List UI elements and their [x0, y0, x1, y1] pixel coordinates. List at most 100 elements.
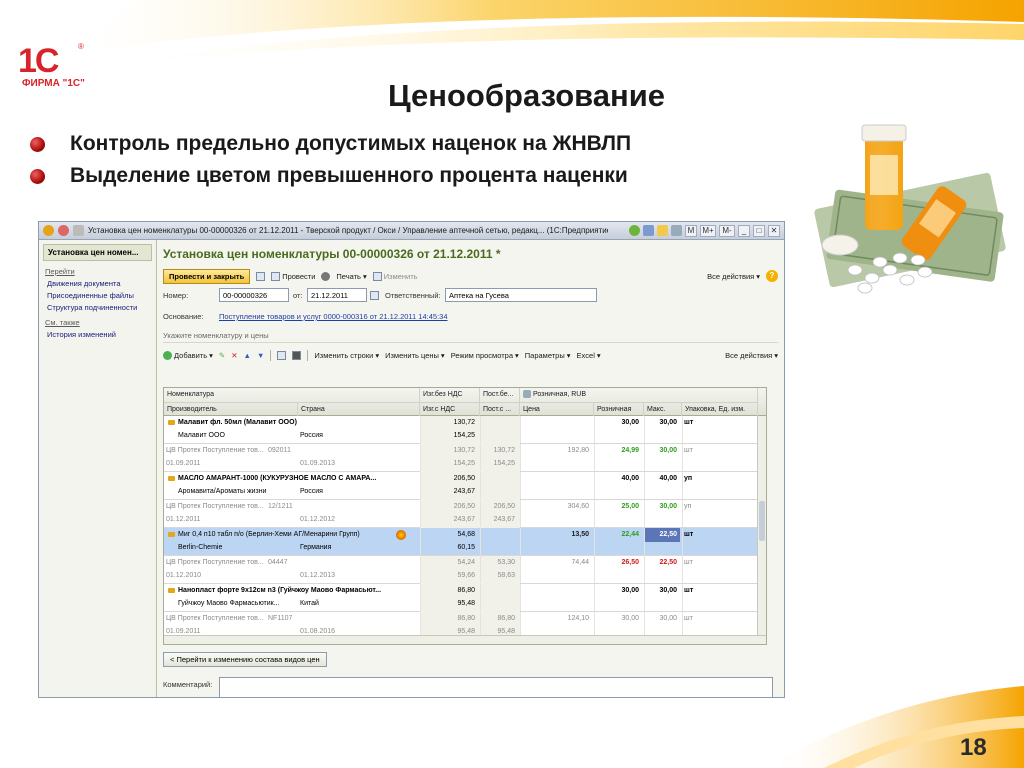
col-max[interactable]: Макс.	[644, 402, 682, 416]
repost-icon[interactable]	[321, 271, 331, 281]
post-s-value: 154,25	[493, 460, 515, 467]
receipt-number: NF1107	[268, 615, 293, 622]
calendar-icon[interactable]	[643, 225, 654, 236]
column-divider	[644, 584, 645, 611]
col-retail-rub[interactable]: Розничная, RUB	[520, 388, 758, 402]
params-button[interactable]: Параметры ▾	[525, 351, 571, 360]
expiry-date: 01.12.2013	[300, 572, 336, 579]
table-row[interactable]: Малавит фл. 50мл (Малавит ООО) Малавит ОО…	[164, 416, 766, 444]
table-subrow[interactable]: ЦВ Протек Поступление тов... 04447 01.12.2…	[164, 556, 766, 584]
table-all-actions-button[interactable]: Все действия ▾	[725, 351, 778, 360]
memory-minus-button[interactable]: M-	[719, 224, 735, 237]
grid-icon[interactable]	[277, 350, 287, 360]
number-label: Номер:	[163, 291, 189, 300]
window-controls: M M+ M- _ □ ✕	[629, 224, 780, 237]
scroll-thumb[interactable]	[759, 501, 765, 541]
doc-icon[interactable]	[657, 225, 668, 236]
col-country[interactable]: Страна	[298, 402, 420, 416]
favorites-star-icon[interactable]	[73, 225, 84, 236]
col-maker[interactable]: Производитель	[164, 402, 298, 416]
add-button[interactable]: Добавить ▾	[163, 350, 213, 360]
column-divider	[420, 416, 421, 443]
help-icon[interactable]: ?	[766, 270, 778, 282]
table-subrow[interactable]: ЦВ Протек Поступление тов... 092011 01.09.…	[164, 444, 766, 472]
save-icon[interactable]	[256, 271, 266, 281]
all-actions-button[interactable]: Все действия ▾	[707, 272, 760, 281]
print-button[interactable]: Печать ▾	[336, 272, 366, 281]
delete-row-icon[interactable]: ✕	[231, 351, 237, 360]
date-field[interactable]: 21.12.2011	[307, 288, 367, 302]
unit-value: уп	[684, 503, 692, 510]
side-link-movements[interactable]: Движения документа	[47, 279, 152, 288]
post-and-close-button[interactable]: Провести и закрыть	[163, 268, 251, 284]
col-price[interactable]: Цена	[520, 402, 594, 416]
edit-row-icon[interactable]: ✎	[219, 351, 225, 360]
memory-plus-button[interactable]: M+	[700, 224, 716, 237]
menu-icon[interactable]	[58, 225, 69, 236]
col-nomenclature[interactable]: Номенклатура	[164, 388, 420, 402]
col-retail[interactable]: Розничная	[594, 402, 644, 416]
comment-field[interactable]	[219, 677, 773, 697]
vertical-scrollbar[interactable]	[757, 416, 766, 635]
izg-s-nds-value: 154,25	[453, 460, 475, 467]
maximize-button[interactable]: □	[753, 224, 765, 237]
col-post-s[interactable]: Пост.с ...	[480, 402, 520, 416]
responsible-field[interactable]: Аптека на Гусева	[445, 288, 597, 302]
col-izg-bez-nds[interactable]: Изг.без НДС	[420, 388, 480, 402]
post-icon	[271, 271, 281, 281]
go-to-price-types-button[interactable]: < Перейти к изменению состава видов цен	[163, 652, 327, 667]
bullet-text: Выделение цветом превышенного процента н…	[70, 164, 628, 187]
side-link-attached-files[interactable]: Присоединенные файлы	[47, 291, 152, 300]
side-link-history[interactable]: История изменений	[47, 330, 152, 339]
expand-arrow-icon[interactable]	[168, 587, 175, 593]
side-panel-header[interactable]: Установка цен номен...	[43, 244, 152, 261]
view-mode-button[interactable]: Режим просмотра ▾	[451, 351, 519, 360]
col-izg-s-nds[interactable]: Изг.с НДС	[420, 402, 480, 416]
side-link-structure[interactable]: Структура подчиненности	[47, 303, 152, 312]
calendar-picker-icon[interactable]	[370, 291, 379, 300]
post-button[interactable]: Провести	[271, 271, 315, 281]
post-bez-value: 130,72	[493, 447, 515, 454]
table-row[interactable]: МАСЛО АМАРАНТ-1000 (КУКУРУЗНОЕ МАСЛО С А…	[164, 472, 766, 500]
price-value: 304,60	[567, 503, 589, 510]
table-row[interactable]: Миг 0,4 п10 табл п/о (Берлин-Хеми АГ/Мен…	[164, 528, 766, 556]
memory-button[interactable]: M	[685, 224, 697, 237]
izg-s-nds-value: 59,66	[457, 572, 475, 579]
number-field[interactable]: 00-00000326	[219, 288, 289, 302]
column-divider	[594, 444, 595, 471]
window-title: Установка цен номенклатуры 00-00000326 о…	[88, 226, 608, 235]
retail-markup-value: 25,00	[621, 503, 639, 510]
excel-button[interactable]: Excel ▾	[577, 351, 601, 360]
izg-s-nds-value: 95,48	[457, 600, 475, 607]
post-bez-value	[480, 584, 518, 598]
close-button[interactable]: ✕	[768, 224, 780, 237]
expand-arrow-icon[interactable]	[168, 419, 175, 425]
column-divider	[594, 472, 595, 499]
table-subrow[interactable]: ЦВ Протек Поступление тов... 12/1211 01.12…	[164, 500, 766, 528]
print-label: Печать	[336, 271, 361, 281]
calc-icon[interactable]	[671, 225, 682, 236]
markup-warning-icon	[396, 530, 406, 540]
change-rows-button[interactable]: Изменить строки ▾	[314, 351, 379, 360]
minimize-button[interactable]: _	[738, 224, 750, 237]
edit-button[interactable]: Изменить	[372, 271, 418, 281]
table-row[interactable]: Нанопласт форте 9х12см n3 (Гуйчжоу Маово…	[164, 584, 766, 612]
change-prices-button[interactable]: Изменить цены ▾	[385, 351, 445, 360]
col-post-bez[interactable]: Пост.бе...	[480, 388, 520, 402]
column-divider	[480, 416, 481, 443]
brush-icon[interactable]	[292, 350, 302, 360]
horizontal-scrollbar[interactable]	[164, 635, 766, 644]
bullet-text: Контроль предельно допустимых наценок на…	[70, 132, 632, 155]
expand-arrow-icon[interactable]	[168, 475, 175, 481]
app-icon[interactable]	[43, 225, 54, 236]
basis-link[interactable]: Поступление товаров и услуг 0000-000316 …	[219, 312, 448, 321]
price-value: 74,44	[571, 559, 589, 566]
post-bez-value: 86,80	[497, 615, 515, 622]
edit-label: Изменить	[383, 271, 418, 281]
column-divider	[644, 472, 645, 499]
refresh-icon[interactable]	[629, 225, 640, 236]
move-up-icon[interactable]: ▲	[244, 351, 251, 360]
col-package[interactable]: Упаковка, Ед. изм.	[682, 402, 758, 416]
expand-arrow-icon[interactable]	[168, 531, 175, 537]
move-down-icon[interactable]: ▼	[257, 351, 264, 360]
